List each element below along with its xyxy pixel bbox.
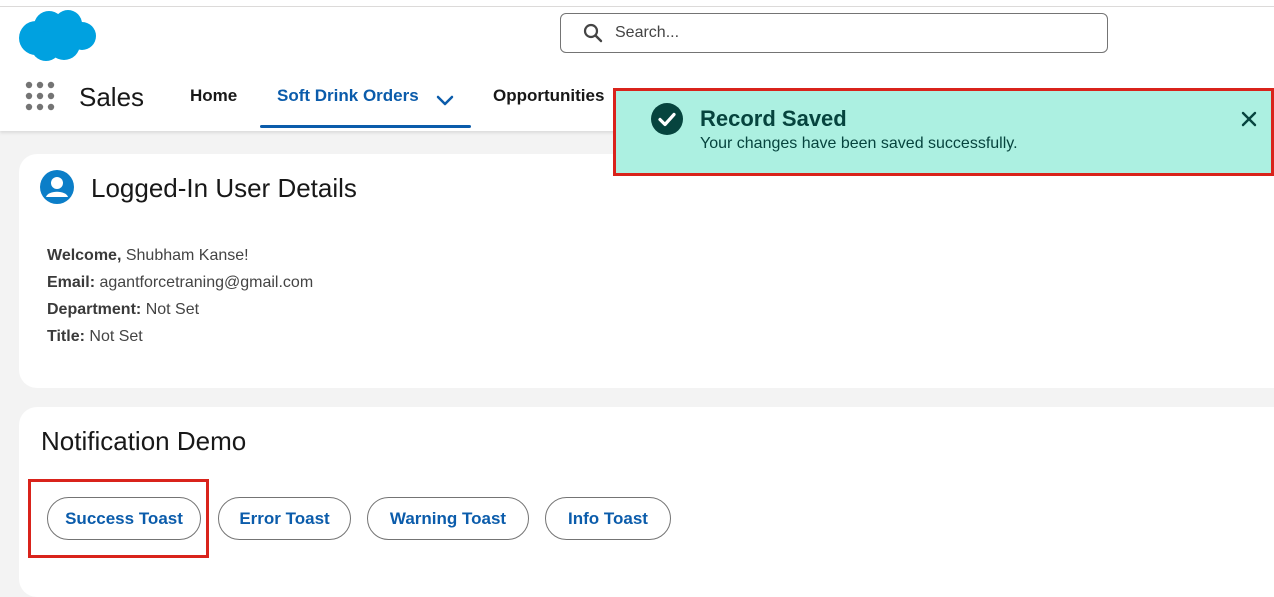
user-icon	[40, 170, 74, 204]
close-icon[interactable]	[1240, 110, 1258, 128]
error-toast-button[interactable]: Error Toast	[218, 497, 351, 540]
app-launcher-icon[interactable]	[24, 80, 56, 112]
welcome-label: Welcome,	[47, 247, 122, 264]
title-line: Title: Not Set	[47, 328, 143, 346]
welcome-value: Shubham Kanse!	[125, 247, 249, 264]
chevron-down-icon[interactable]	[436, 95, 454, 107]
info-toast-button[interactable]: Info Toast	[545, 497, 671, 540]
user-card-title: Logged-In User Details	[91, 173, 357, 203]
nav-tab-soft-drink-orders[interactable]: Soft Drink Orders	[277, 86, 419, 106]
check-circle-icon	[651, 103, 683, 135]
email-line: Email: agantforcetraning@gmail.com	[47, 274, 313, 292]
title-label: Title:	[47, 328, 85, 345]
toast-message: Your changes have been saved successfull…	[700, 135, 1018, 152]
success-toast	[613, 88, 1274, 176]
warning-toast-button[interactable]: Warning Toast	[367, 497, 529, 540]
search-icon	[583, 23, 603, 43]
app-name: Sales	[79, 82, 145, 112]
department-value: Not Set	[145, 301, 200, 318]
notification-card-title: Notification Demo	[41, 426, 247, 456]
active-tab-indicator	[260, 125, 471, 128]
global-search-box[interactable]	[560, 13, 1108, 53]
browser-top-strip	[0, 0, 1274, 7]
department-line: Department: Not Set	[47, 301, 199, 319]
welcome-line: Welcome, Shubham Kanse!	[47, 247, 249, 265]
email-value: agantforcetraning@gmail.com	[99, 274, 314, 291]
nav-tab-home[interactable]: Home	[190, 86, 237, 106]
salesforce-logo-icon[interactable]	[16, 8, 98, 64]
toast-title: Record Saved	[700, 106, 847, 131]
success-toast-button[interactable]: Success Toast	[47, 497, 201, 540]
email-label: Email:	[47, 274, 96, 291]
global-search-input[interactable]	[613, 23, 1087, 43]
department-label: Department:	[47, 301, 142, 318]
title-value: Not Set	[89, 328, 143, 345]
nav-tab-opportunities[interactable]: Opportunities	[493, 86, 604, 106]
